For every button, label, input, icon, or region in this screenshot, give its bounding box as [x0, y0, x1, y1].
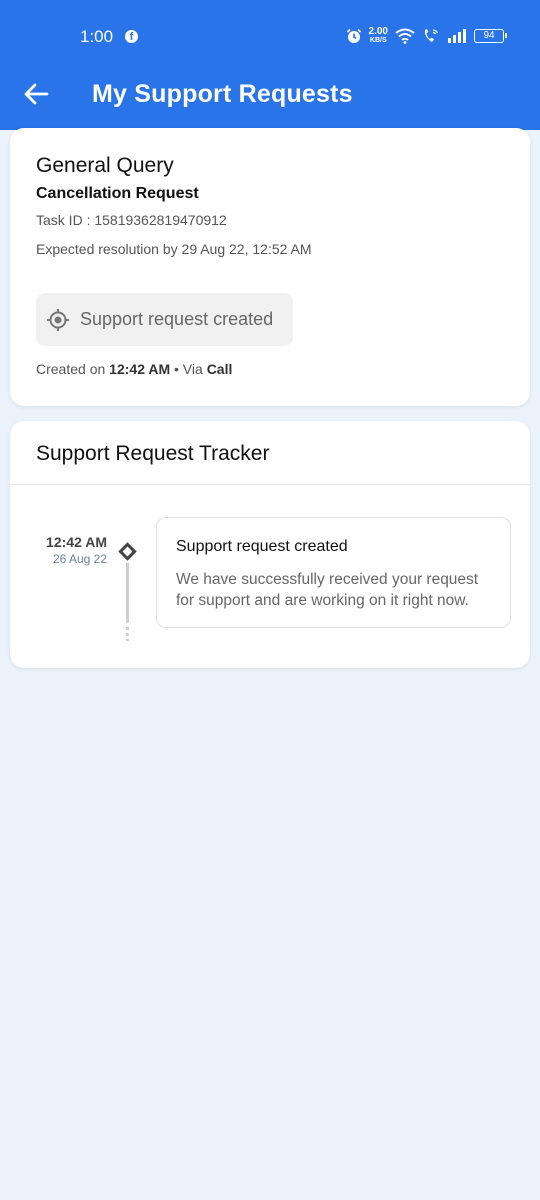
tracker-title: Support Request Tracker: [36, 442, 270, 465]
created-time: 12:42 AM: [109, 361, 171, 377]
tracker-card: Support Request Tracker 12:42 AM 26 Aug …: [10, 421, 530, 668]
location-target-icon: [47, 309, 69, 331]
battery-icon: 94: [474, 29, 507, 43]
event-title: Support request created: [176, 538, 348, 555]
app-bar: My Support Requests: [0, 70, 540, 130]
speed-unit: KB/S: [369, 37, 387, 44]
request-type: Cancellation Request: [36, 185, 199, 202]
event-time: 12:42 AM: [46, 534, 107, 550]
via-prefix: • Via: [170, 361, 207, 377]
wifi-call-icon: [424, 29, 439, 42]
divider: [10, 484, 530, 485]
status-bar: 1:00 f 2.00 KB/S 94: [0, 0, 540, 70]
status-text: Support request created: [80, 309, 274, 329]
created-info: Created on 12:42 AM • Via Call: [36, 361, 232, 377]
status-badge: Support request created: [36, 293, 293, 346]
created-prefix: Created on: [36, 361, 110, 377]
status-time: 1:00: [80, 27, 114, 46]
network-speed: 2.00 KB/S: [369, 27, 388, 45]
event-description: We have successfully received your reque…: [176, 571, 479, 609]
timeline-diamond-icon: [118, 542, 137, 561]
event-date: 26 Aug 22: [52, 552, 107, 566]
task-id: Task ID : 15819362819470912: [36, 212, 227, 228]
timeline-event: Support request created We have successf…: [156, 517, 511, 628]
status-icons: 2.00 KB/S 94: [346, 24, 507, 48]
request-category: General Query: [36, 154, 174, 177]
via-channel: Call: [206, 361, 233, 377]
facebook-notification-icon: f: [125, 30, 138, 43]
back-arrow-icon[interactable]: [22, 80, 50, 108]
timeline-line: [126, 563, 129, 623]
timeline-dotted-line: [126, 627, 129, 641]
wifi-icon: [395, 28, 415, 44]
alarm-icon: [346, 28, 361, 43]
support-request-card[interactable]: General Query Cancellation Request Task …: [10, 128, 530, 406]
signal-icon: [448, 29, 466, 43]
expected-resolution: Expected resolution by 29 Aug 22, 12:52 …: [36, 241, 312, 257]
page-title: My Support Requests: [92, 80, 353, 108]
